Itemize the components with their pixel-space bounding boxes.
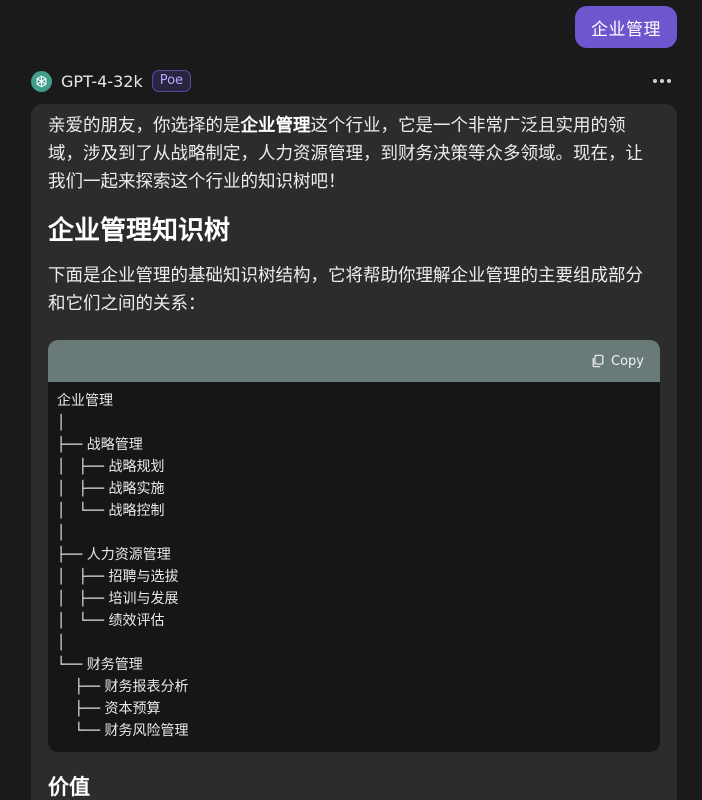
description-paragraph: 下面是企业管理的基础知识树结构，它将帮助你理解企业管理的主要组成部分和它们之间的… xyxy=(48,266,643,314)
code-line: │ ├── 培训与发展 xyxy=(57,591,179,607)
intro-bold: 企业管理 xyxy=(240,116,311,136)
code-body: 企业管理 │ ├── 战略管理 │ ├── 战略规划 │ ├── 战略实施 │ … xyxy=(48,382,660,752)
code-line: │ xyxy=(57,525,66,541)
code-header: Copy xyxy=(48,340,660,382)
code-line: │ └── 绩效评估 xyxy=(57,613,165,629)
section-heading: 企业管理知识树 xyxy=(48,216,231,246)
more-horizontal-icon xyxy=(660,79,664,83)
openai-logo-svg xyxy=(36,75,47,87)
message-content: 亲爱的朋友，你选择的是企业管理这个行业，它是一个非常广泛且实用的领域，涉及到了从… xyxy=(31,104,677,800)
bot-name[interactable]: GPT-4-32k xyxy=(61,72,143,91)
copy-button[interactable]: Copy xyxy=(591,354,644,369)
more-horizontal-icon xyxy=(653,79,657,83)
user-message-bubble: 企业管理 xyxy=(575,6,677,48)
code-line: 企业管理 xyxy=(57,393,113,409)
code-line: │ xyxy=(57,635,66,651)
copy-icon xyxy=(592,354,604,368)
code-line: │ xyxy=(57,415,66,431)
code-line: │ └── 战略控制 xyxy=(57,503,165,519)
openai-logo-icon[interactable] xyxy=(31,70,52,92)
value-heading: 价值 xyxy=(48,775,90,799)
intro-prefix: 亲爱的朋友，你选择的是 xyxy=(48,116,241,136)
chat-page: 企业管理 GPT-4-32k Poe 亲爱的朋友，你选择的是企业管理这个行业，它… xyxy=(0,0,702,800)
code-line: ├── 人力资源管理 xyxy=(57,547,171,563)
code-line: └── 财务风险管理 xyxy=(57,723,189,739)
bot-message: 亲爱的朋友，你选择的是企业管理这个行业，它是一个非常广泛且实用的领域，涉及到了从… xyxy=(31,104,677,800)
code-block: Copy 企业管理 │ ├── 战略管理 │ ├── 战略规划 │ ├── 战略… xyxy=(48,340,660,752)
more-horizontal-icon xyxy=(667,79,671,83)
code-line: └── 财务管理 xyxy=(57,657,143,673)
bot-badge: Poe xyxy=(151,70,192,92)
user-message-text: 企业管理 xyxy=(591,19,661,40)
code-line: ├── 战略管理 xyxy=(57,437,143,453)
code-line: ├── 财务报表分析 xyxy=(57,679,189,695)
bot-header: GPT-4-32k Poe xyxy=(31,69,677,93)
copy-label: Copy xyxy=(611,353,644,369)
code-line: │ ├── 战略规划 xyxy=(57,459,165,475)
code-line: ├── 资本预算 xyxy=(57,701,161,717)
code-line: │ ├── 招聘与选拔 xyxy=(57,569,179,585)
code-line: │ ├── 战略实施 xyxy=(57,481,165,497)
intro-paragraph: 亲爱的朋友，你选择的是企业管理这个行业，它是一个非常广泛且实用的领域，涉及到了从… xyxy=(48,112,660,196)
more-options-button[interactable] xyxy=(647,75,677,87)
